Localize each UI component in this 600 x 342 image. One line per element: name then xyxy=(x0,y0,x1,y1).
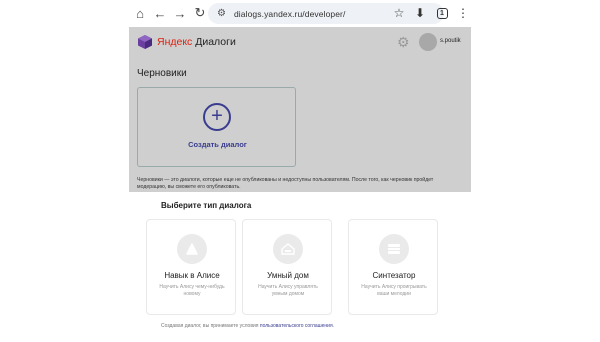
download-icon[interactable]: ⬇ xyxy=(412,5,428,21)
type-description: Научить Алису проигрывать ваши мелодии xyxy=(361,284,427,297)
modal-title: Выберите тип диалога xyxy=(161,201,252,210)
reload-icon[interactable]: ↻ xyxy=(192,5,208,21)
synthesizer-icon xyxy=(379,234,409,264)
type-description: Научить Алису управлять умным домом xyxy=(258,284,318,297)
create-dialog-label: Создать диалог xyxy=(188,140,247,149)
address-bar[interactable]: ⚙ dialogs.yandex.ru/developer/ xyxy=(208,3,444,24)
avatar[interactable] xyxy=(419,33,437,51)
agreement-text: Создавая диалог, вы принимаете условия п… xyxy=(161,323,334,329)
username[interactable]: s.poutik xyxy=(440,38,461,44)
tab-count: 1 xyxy=(436,7,448,19)
type-card-synthesizer[interactable]: Синтезатор Научить Алису проигрывать ваш… xyxy=(348,219,438,315)
forward-icon[interactable]: → xyxy=(172,5,188,21)
type-card-skill[interactable]: Навык в Алисе Научить Алису чему-нибудь … xyxy=(146,219,236,315)
smart-home-icon xyxy=(273,234,303,264)
agreement-prefix: Создавая диалог, вы принимаете условия xyxy=(161,323,260,329)
page-title: Черновики xyxy=(137,68,187,79)
page-content: Яндекс Диалоги ⚙ s.poutik Черновики + Со… xyxy=(129,27,471,342)
type-name: Навык в Алисе xyxy=(164,271,220,280)
plus-icon: + xyxy=(203,103,231,131)
dialogs-logo-icon[interactable] xyxy=(137,34,153,50)
agreement-suffix: . xyxy=(332,323,335,329)
create-dialog-card[interactable]: + Создать диалог xyxy=(137,87,296,167)
logo-brand: Яндекс xyxy=(157,36,193,48)
agreement-link[interactable]: пользовательского соглашения xyxy=(260,323,333,329)
type-name: Синтезатор xyxy=(372,271,416,280)
app-header: Яндекс Диалоги ⚙ s.poutik xyxy=(129,27,471,57)
logo-text[interactable]: Яндекс Диалоги xyxy=(157,36,236,48)
tune-icon[interactable]: ⚙ xyxy=(217,8,226,19)
drafts-description: Черновики — это диалоги, которые еще не … xyxy=(137,177,434,190)
type-description: Научить Алису чему-нибудь новому xyxy=(159,284,225,297)
tabs-icon[interactable]: 1 xyxy=(434,5,450,21)
menu-icon[interactable]: ⋮ xyxy=(455,5,471,21)
alice-icon xyxy=(177,234,207,264)
back-icon[interactable]: ← xyxy=(152,5,168,21)
type-name: Умный дом xyxy=(267,271,309,280)
star-icon[interactable]: ☆ xyxy=(391,5,407,21)
home-icon[interactable]: ⌂ xyxy=(132,5,148,21)
type-card-smart-home[interactable]: Умный дом Научить Алису управлять умным … xyxy=(242,219,332,315)
url-text: dialogs.yandex.ru/developer/ xyxy=(233,8,346,19)
logo-product: Диалоги xyxy=(192,36,236,48)
dialog-type-modal: Выберите тип диалога Навык в Алисе Научи… xyxy=(129,192,471,342)
browser-toolbar: ⌂ ← → ↻ ⚙ dialogs.yandex.ru/developer/ ☆… xyxy=(0,0,600,27)
settings-gear-icon[interactable]: ⚙ xyxy=(397,34,410,51)
